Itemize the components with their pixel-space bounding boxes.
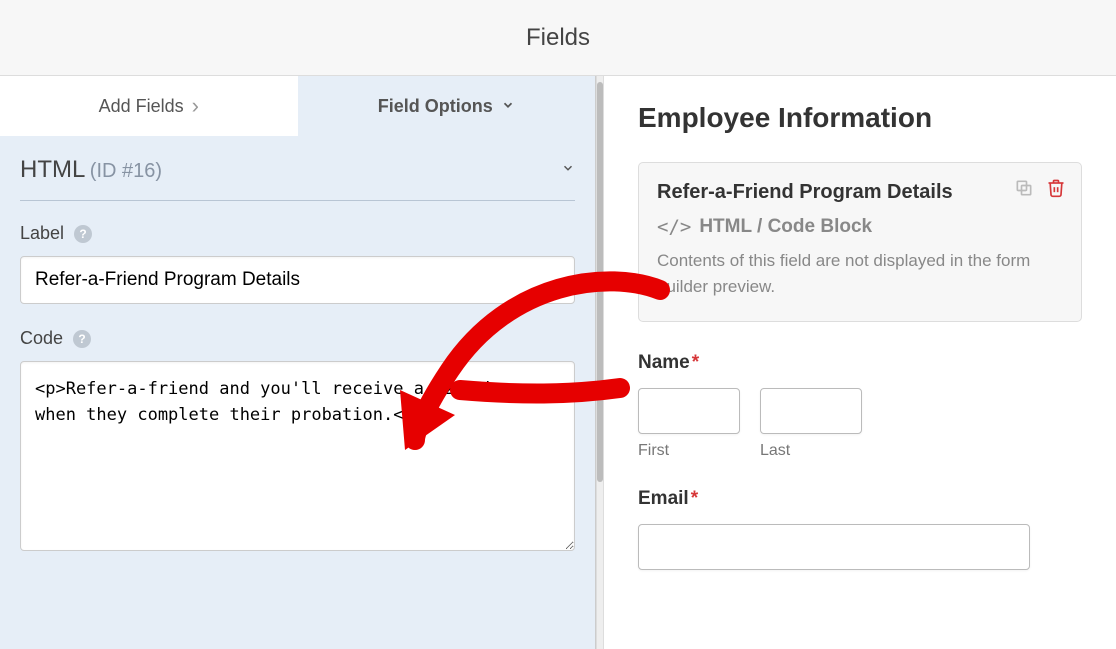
first-name-input[interactable] — [638, 388, 740, 434]
block-subtitle: </> HTML / Code Block — [657, 216, 1063, 238]
page-title: Fields — [526, 24, 590, 52]
label-field-label: Label ? — [20, 223, 575, 244]
section-id: (ID #16) — [90, 160, 162, 182]
chevron-down-icon — [501, 96, 515, 117]
trash-icon[interactable] — [1045, 177, 1067, 199]
name-label-text: Name — [638, 352, 690, 373]
last-name-sublabel: Last — [760, 442, 862, 460]
panel-divider[interactable] — [596, 76, 604, 649]
email-label: Email* — [638, 488, 1082, 510]
html-block-preview[interactable]: Refer-a-Friend Program Details </> HTML … — [638, 162, 1082, 322]
section-heading: HTML (ID #16) — [20, 156, 162, 184]
code-field-group: Code ? — [20, 328, 575, 556]
tab-add-fields-label: Add Fields — [99, 96, 184, 117]
tab-field-options[interactable]: Field Options — [298, 76, 596, 136]
preview-panel: Employee Information Refer-a-Friend Prog… — [604, 76, 1116, 649]
help-icon[interactable]: ? — [73, 330, 91, 348]
email-input[interactable] — [638, 524, 1030, 570]
label-field-group: Label ? — [20, 223, 575, 304]
left-panel: Add Fields Field Options HTML (ID #16) — [0, 76, 596, 649]
last-name-input[interactable] — [760, 388, 862, 434]
section-header[interactable]: HTML (ID #16) — [20, 156, 575, 201]
tabs-bar: Add Fields Field Options — [0, 76, 595, 136]
block-subtitle-text: HTML / Code Block — [699, 216, 872, 238]
help-icon[interactable]: ? — [74, 225, 92, 243]
first-name-sublabel: First — [638, 442, 740, 460]
email-label-text: Email — [638, 488, 689, 509]
required-mark: * — [692, 352, 699, 373]
preview-title: Employee Information — [638, 102, 1082, 134]
required-mark: * — [691, 488, 698, 509]
chevron-right-icon — [192, 93, 199, 119]
code-text: Code — [20, 328, 63, 349]
section-title: HTML — [20, 156, 85, 183]
panel-body: HTML (ID #16) Label ? Code ? — [0, 136, 595, 580]
name-inputs: First Last — [638, 388, 1082, 460]
label-input[interactable] — [20, 256, 575, 304]
name-row: Name* First Last — [638, 352, 1082, 460]
tab-field-options-label: Field Options — [378, 96, 493, 117]
email-row: Email* — [638, 488, 1082, 570]
last-name-col: Last — [760, 388, 862, 460]
section-collapse-icon — [561, 161, 575, 180]
code-textarea[interactable] — [20, 361, 575, 551]
first-name-col: First — [638, 388, 740, 460]
name-label: Name* — [638, 352, 1082, 374]
page-header: Fields — [0, 0, 1116, 76]
duplicate-icon[interactable] — [1013, 177, 1035, 199]
code-icon: </> — [657, 216, 691, 238]
block-title: Refer-a-Friend Program Details — [657, 181, 1063, 204]
tab-add-fields[interactable]: Add Fields — [0, 76, 298, 136]
block-description: Contents of this field are not displayed… — [657, 248, 1063, 299]
scrollbar-thumb[interactable] — [597, 82, 603, 482]
main-layout: Add Fields Field Options HTML (ID #16) — [0, 76, 1116, 649]
label-text: Label — [20, 223, 64, 244]
block-actions — [1013, 177, 1067, 199]
code-field-label: Code ? — [20, 328, 575, 349]
